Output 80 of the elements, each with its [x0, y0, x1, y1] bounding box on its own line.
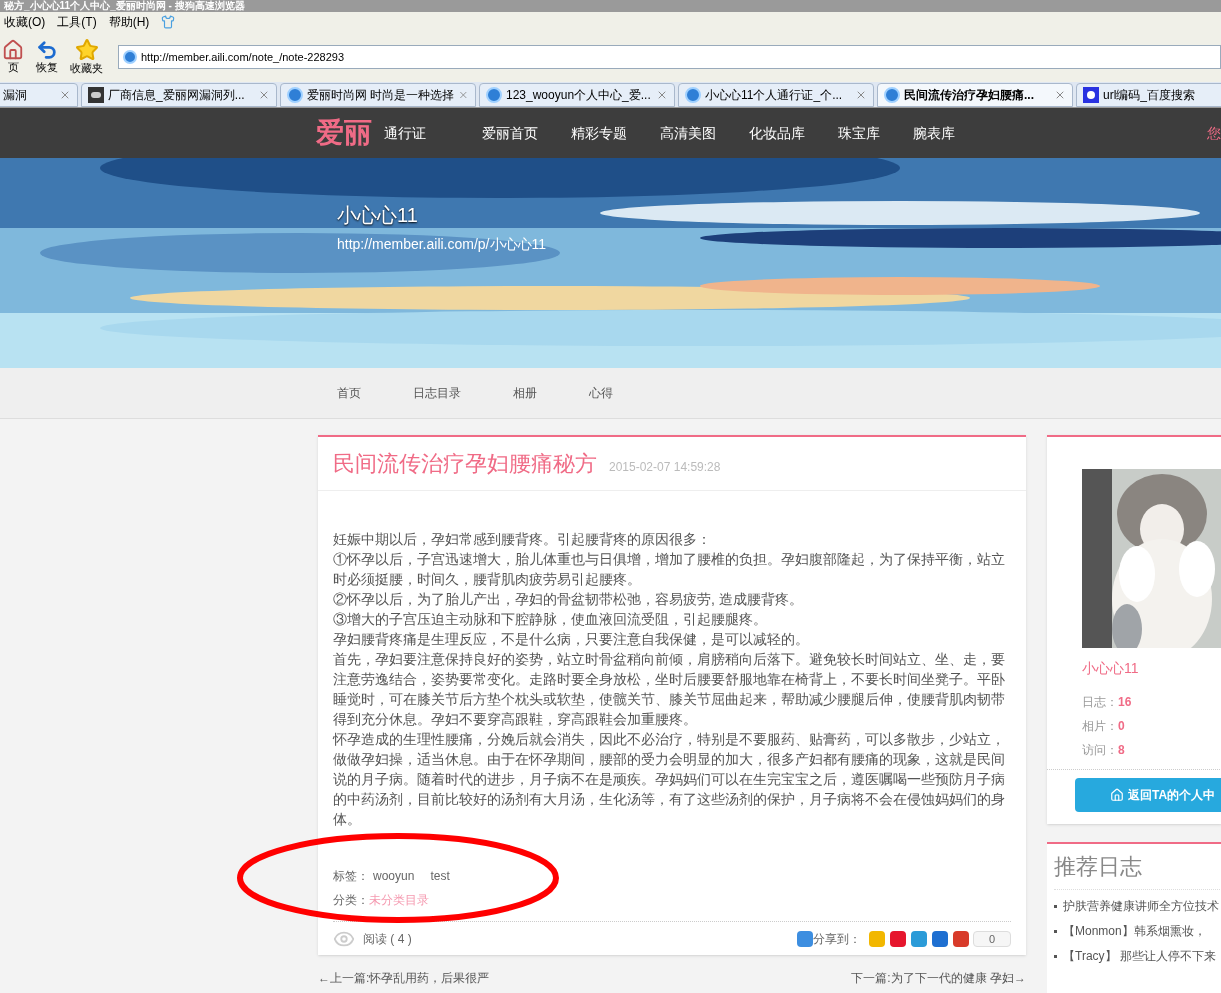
stat-value: 8 [1118, 742, 1125, 759]
globe-icon [123, 50, 137, 64]
menu-item[interactable]: 帮助(H) [108, 13, 150, 31]
article-paragraph: 孕妇腰背疼痛是生理反应，不是什么病，只要注意自我保健，是可以减轻的。 [333, 630, 810, 649]
share-icon[interactable] [890, 930, 906, 947]
globe-icon [287, 87, 303, 103]
window-title: 秘方_小心心11个人中心_爱丽时尚网 - 搜狗高速浏览器 [0, 0, 1221, 12]
blog-nav-link[interactable]: 心得 [589, 384, 613, 402]
paw-icon [1083, 87, 1099, 103]
blog-nav-link[interactable]: 日志目录 [413, 384, 461, 402]
article-paragraph: 妊娠中期以后，孕妇常感到腰背疼。引起腰背疼的原因很多： [333, 530, 712, 549]
toolbar-button[interactable]: 页 [2, 39, 24, 75]
browser-tab[interactable]: url编码_百度搜索 [1076, 83, 1221, 107]
category-label: 分类： [333, 892, 369, 909]
article-title: 民间流传治疗孕妇腰痛秘方 [333, 450, 597, 478]
article-paragraph: ③增大的子宫压迫主动脉和下腔静脉，使血液回流受阻，引起腰腿疼。 [333, 610, 768, 629]
browser-tab[interactable]: 123_wooyun个人中心_爱... [479, 83, 675, 107]
globe-icon [884, 87, 900, 103]
menu-item[interactable]: 工具(T) [57, 13, 97, 31]
share-icon[interactable] [911, 930, 927, 947]
home-icon [2, 39, 24, 62]
address-field[interactable]: http://member.aili.com/note_/note-228293 [118, 45, 1221, 69]
read-count: 阅读 ( 4 ) [363, 930, 412, 948]
next-post-link[interactable]: 下一篇:为了下一代的健康 孕妇→ [851, 969, 1026, 987]
toolbar-button[interactable]: 收藏夹 [70, 38, 103, 76]
article-paragraph: 怀孕造成的生理性腰痛，分娩后就会消失，因此不必治疗，特别是不要服药、贴膏药，可以多散步，少站立，做做孕妇操，适当休息。由于在怀孕期间，腰部的受力会明显的加大，很多产妇都有腰痛的现象，这就是民间说的月子病。随着时代的进步，月子病不在是顽疾。孕妈妈们可以在生完宝宝之后，遵医嘱喝一些预防月子病的中药汤剂，目前比较好的汤剂有大月汤，生化汤等，有了这些汤剂的保护，月子病将不会在侵蚀妈妈们的身体。 [333, 730, 1006, 829]
nav-link[interactable]: 珠宝库 [838, 122, 880, 144]
nav-link[interactable]: 高清美图 [660, 122, 716, 144]
nav-link[interactable]: 化妆品库 [749, 122, 805, 144]
tags-label: 标签： [333, 868, 369, 885]
browser-tab[interactable]: 厂商信息_爱丽网漏洞列... [81, 83, 277, 107]
browser-tab[interactable]: 爱丽时尚网 时尚是一种选择 [280, 83, 476, 107]
close-icon[interactable] [458, 89, 469, 101]
section-title: 推荐日志 [1054, 844, 1220, 890]
browser-tab[interactable]: 漏洞 [0, 83, 78, 107]
tag-link[interactable]: test [430, 867, 450, 885]
blog-nav-link[interactable]: 首页 [337, 384, 361, 402]
browser-tab[interactable]: 小心心11个人通行证_个... [678, 83, 874, 107]
share-label: 分享到： [813, 930, 861, 948]
nav-link[interactable]: 精彩专题 [571, 122, 627, 144]
close-icon[interactable] [1054, 89, 1066, 101]
nav-link[interactable]: 腕表库 [913, 122, 955, 144]
article-paragraph: ②怀孕以后，为了胎儿产出，孕妇的骨盆韧带松弛，容易疲劳, 造成腰背疼。 [333, 590, 804, 609]
close-icon[interactable] [656, 89, 668, 101]
nav-link[interactable]: 爱丽首页 [482, 122, 538, 144]
globe-icon [685, 87, 701, 103]
article-date: 2015-02-07 14:59:28 [609, 459, 721, 476]
tag-link[interactable]: wooyun [373, 867, 415, 885]
blog-name: 小心心11 [337, 203, 418, 228]
star-icon [74, 38, 99, 63]
close-icon[interactable] [855, 89, 867, 101]
passport-label[interactable]: 通行证 [384, 122, 426, 144]
undo-icon [36, 39, 58, 62]
recommended-link[interactable]: 【Monmon】韩系烟熏妆， [1054, 922, 1206, 940]
stat-value: 0 [1118, 718, 1125, 735]
stat-label: 日志： [1082, 694, 1118, 711]
share-count: 0 [973, 930, 1011, 947]
recommended-link[interactable]: 护肤营养健康讲师全方位技术 [1054, 897, 1219, 915]
greeting-link[interactable]: 您 [1207, 122, 1221, 144]
previous-post-link[interactable]: ←上一篇:怀孕乱用药，后果很严 [318, 969, 490, 987]
stat-label: 访问： [1082, 742, 1118, 759]
share-icon[interactable] [932, 930, 948, 947]
menu-item[interactable]: 收藏(O) [4, 13, 46, 31]
cloud-icon [88, 87, 104, 103]
browser-tab[interactable]: 民间流传治疗孕妇腰痛... [877, 83, 1073, 107]
close-icon[interactable] [59, 89, 71, 101]
recommended-link[interactable]: 【Tracy】 那些让人停不下来 [1054, 947, 1216, 965]
home-icon [1110, 788, 1124, 802]
share-icon[interactable] [953, 930, 969, 947]
blog-nav-link[interactable]: 相册 [513, 384, 537, 402]
close-icon[interactable] [258, 89, 270, 101]
site-logo[interactable]: 爱丽 [316, 112, 372, 154]
stat-label: 相片： [1082, 718, 1118, 735]
globe-icon [486, 87, 502, 103]
toolbar-button[interactable]: 恢复 [36, 39, 58, 75]
stat-value: 16 [1118, 694, 1132, 711]
article-paragraph: ①怀孕以后，子宫迅速增大，胎儿体重也与日俱增，增加了腰椎的负担。孕妇腹部隆起，为了保持平衡，站立时必须挺腰，时间久，腰背肌肉疲劳易引起腰疼。 [333, 550, 1006, 589]
plus-icon[interactable] [797, 930, 813, 947]
article-paragraph: 首先，孕妇要注意保持良好的姿势，站立时骨盆稍向前倾，肩膀稍向后落下。避免较长时间站立、坐、走，要注意劳逸结合，姿势要常变化。走路时要全身放松，坐时后腰要舒服地靠在椅背上，不要长时间坐凳子。平卧睡觉时，可在膝关节后方垫个枕头或软垫，使髋关节、膝关节屈曲起来，帮助减少腰腿后伸，使腰背肌肉韧带得到充分休息。孕妇不要穿高跟鞋，穿高跟鞋会加重腰疼。 [333, 650, 1006, 729]
shirt-icon[interactable] [161, 15, 176, 29]
